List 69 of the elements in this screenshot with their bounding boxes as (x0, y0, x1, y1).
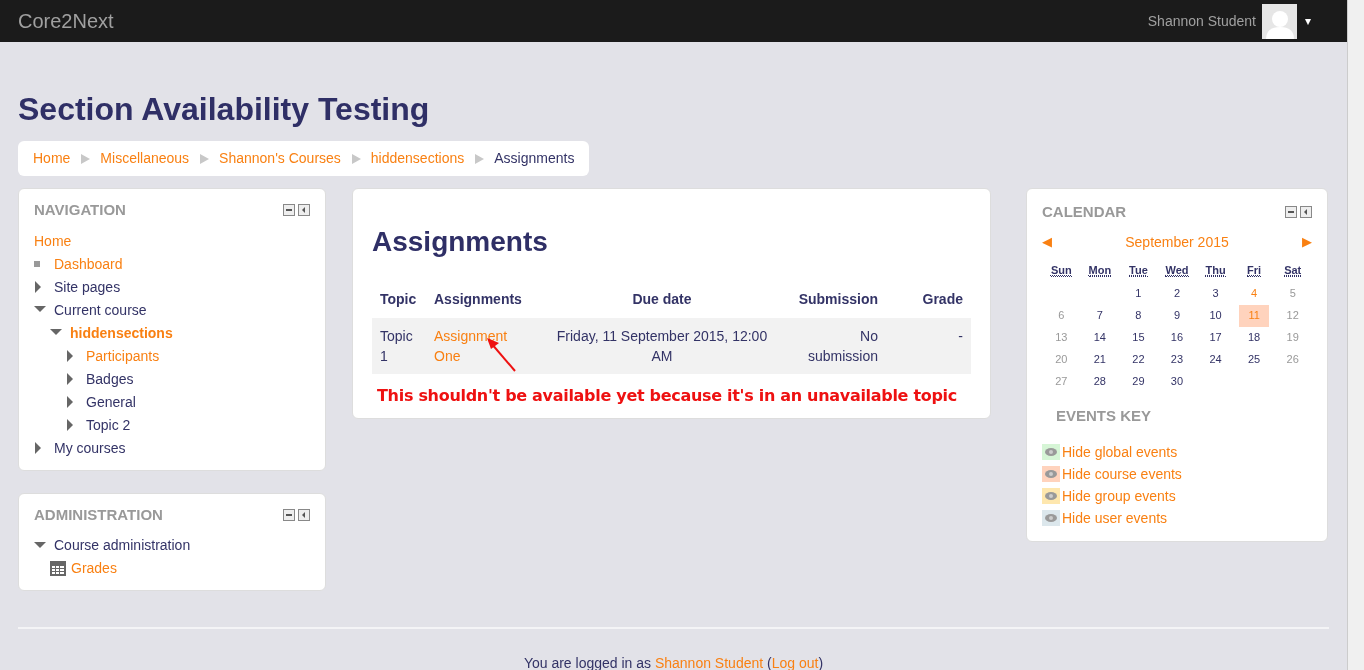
separator-icon (350, 153, 361, 164)
tree-item[interactable]: Current course (54, 299, 147, 321)
dropdown-caret-icon[interactable]: ▾ (1305, 12, 1311, 30)
user-menu-link[interactable]: Shannon Student (1147, 10, 1256, 32)
separator-icon (474, 153, 485, 164)
tree-item[interactable]: Course administration (54, 535, 191, 556)
weekday-label: Mon (1088, 264, 1112, 277)
day-cell[interactable]: 7 (1084, 304, 1115, 327)
weekday-label: Tue (1129, 264, 1148, 277)
tree-item[interactable]: Badges (86, 368, 134, 390)
login-info: You are logged in as Shannon Student (Log out) (522, 654, 825, 670)
block-title: CALENDAR (1042, 202, 1127, 222)
column-header: Grade (886, 281, 971, 318)
day-cell[interactable]: 2 (1162, 282, 1192, 305)
table-cell: Topic 1 (372, 318, 426, 374)
day-cell[interactable]: 29 (1123, 370, 1154, 393)
avatar-icon (1262, 3, 1297, 39)
tree-item[interactable]: General (86, 391, 136, 413)
dock-icon[interactable] (298, 508, 310, 521)
events-key-title: EVENTS KEY (1056, 405, 1153, 426)
table-cell: Friday, 11 September 2015, 12:00 AM (542, 318, 782, 374)
minimize-icon[interactable] (1285, 206, 1297, 219)
minimize-icon[interactable] (283, 508, 295, 521)
day-cell[interactable]: 24 (1200, 348, 1231, 371)
column-header: Submission (782, 281, 886, 318)
day-cell[interactable]: 1 (1123, 282, 1154, 305)
weekday-label: Thu (1205, 264, 1226, 277)
day-cell[interactable]: 10 (1200, 304, 1231, 327)
minimize-icon[interactable] (283, 204, 295, 217)
annotation-text: This shouldn't be available yet because it's in an unavailable topic (377, 385, 957, 407)
column-header: Due date (542, 281, 782, 318)
day-cell[interactable]: 8 (1123, 304, 1154, 327)
day-cell[interactable]: 16 (1162, 326, 1192, 349)
separator-icon (80, 153, 91, 164)
brand-link[interactable]: Core2Next (18, 6, 114, 36)
separator-icon (199, 153, 210, 164)
weekday-label: Fri (1247, 264, 1262, 277)
day-cell[interactable]: 14 (1084, 326, 1115, 349)
day-cell[interactable]: 21 (1084, 348, 1115, 371)
block-title: ADMINISTRATION (34, 504, 163, 525)
content-heading: Assignments (372, 225, 549, 259)
weekday-label: Wed (1165, 264, 1189, 277)
page-title: Section Availability Testing (18, 90, 431, 128)
table-cell: - (886, 318, 971, 374)
tree-item[interactable]: My courses (54, 437, 126, 459)
column-header: Assignments (426, 281, 542, 318)
day-cell[interactable]: 9 (1162, 304, 1192, 327)
tree-item[interactable]: Site pages (54, 276, 121, 298)
weekday-label: Sat (1284, 264, 1302, 277)
dock-icon[interactable] (298, 204, 310, 217)
tree-item[interactable]: Topic 2 (86, 414, 131, 436)
dock-icon[interactable] (1300, 206, 1312, 219)
breadcrumb-current: Assignments (494, 149, 575, 168)
day-cell[interactable]: 30 (1162, 370, 1192, 393)
day-cell[interactable]: 17 (1200, 326, 1231, 349)
table-cell: No submission (782, 318, 886, 374)
month-title: September 2015 (1125, 232, 1229, 252)
weekday-label: Sun (1050, 264, 1072, 277)
scrollbar[interactable] (1347, 0, 1364, 670)
block-title: NAVIGATION (34, 200, 126, 220)
day-cell[interactable]: 28 (1084, 370, 1115, 393)
column-header: Topic (372, 281, 426, 318)
day-cell[interactable]: 18 (1239, 326, 1270, 349)
day-cell[interactable]: 23 (1162, 348, 1192, 371)
bullet-icon (34, 261, 40, 267)
day-cell[interactable]: 3 (1200, 282, 1231, 305)
day-cell[interactable]: 25 (1239, 348, 1270, 371)
day-cell[interactable]: 22 (1123, 348, 1154, 371)
day-cell[interactable]: 15 (1123, 326, 1154, 349)
